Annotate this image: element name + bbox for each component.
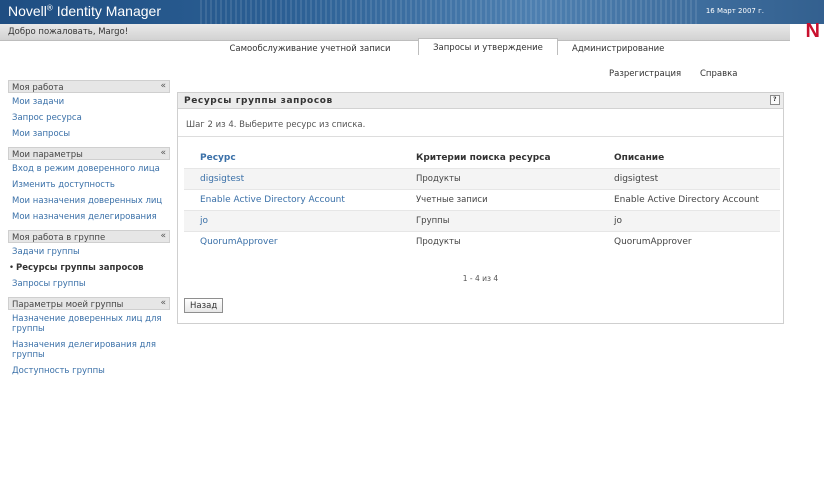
resource-description: jo [598, 209, 780, 231]
resource-criteria: Учетные записи [400, 188, 598, 210]
back-button[interactable]: Назад [184, 298, 224, 313]
welcome-text: Добро пожаловать, Margo! [8, 27, 129, 37]
tab-requests-approvals[interactable]: Запросы и утверждение [418, 38, 558, 55]
sidebar-item-team-delegate-assignments[interactable]: Назначения делегирования для группы [8, 336, 170, 362]
table-header-row: Ресурс Критерии поиска ресурса Описание [184, 148, 780, 168]
sidebar-item-my-requests[interactable]: Мои запросы [8, 125, 170, 141]
sidebar: Моя работа « Мои задачи Запрос ресурса М… [8, 80, 170, 384]
sidebar-group-header[interactable]: Моя работа в группе « [8, 230, 170, 243]
sidebar-group-my-settings: Мои параметры « Вход в режим доверенного… [8, 147, 170, 224]
tab-bar: Добро пожаловать, Margo! Самообслуживани… [0, 24, 790, 58]
column-header-description: Описание [614, 152, 665, 163]
resource-link[interactable]: digsigtest [184, 167, 400, 189]
sidebar-item-team-tasks[interactable]: Задачи группы [8, 243, 170, 259]
app-title: Novell® Identity Manager [8, 3, 161, 19]
resource-link[interactable]: Enable Active Directory Account [184, 188, 400, 210]
resource-criteria: Продукты [400, 167, 598, 189]
header-date: 16 Март 2007 г. [705, 7, 764, 15]
sidebar-group-team-settings: Параметры моей группы « Назначение довер… [8, 297, 170, 378]
sidebar-group-title: Параметры моей группы [12, 300, 124, 310]
app-title-suffix: Identity Manager [52, 3, 161, 19]
column-header-resource[interactable]: Ресурс [184, 148, 400, 168]
sidebar-item-my-delegate-assignments[interactable]: Мои назначения делегирования [8, 208, 170, 224]
novell-logo: N [805, 20, 820, 42]
step-instructions: Шаг 2 из 4. Выберите ресурс из списка. [186, 120, 366, 130]
sidebar-item-team-availability[interactable]: Доступность группы [8, 362, 170, 378]
resource-table: Ресурс Критерии поиска ресурса Описание … [184, 148, 780, 252]
column-header-criteria: Критерии поиска ресурса [416, 152, 551, 163]
resource-description: digsigtest [598, 167, 780, 189]
sidebar-item-my-proxy-assignments[interactable]: Мои назначения доверенных лиц [8, 192, 170, 208]
help-icon[interactable]: ? [770, 95, 780, 105]
resource-criteria: Группы [400, 209, 598, 231]
logout-link[interactable]: Разрегистрация [609, 69, 681, 79]
table-row[interactable]: Enable Active Directory Account Учетные … [184, 188, 780, 210]
sidebar-item-my-tasks[interactable]: Мои задачи [8, 93, 170, 109]
sidebar-group-header[interactable]: Моя работа « [8, 80, 170, 93]
banner-pattern [200, 0, 700, 24]
sidebar-group-title: Моя работа [12, 83, 64, 93]
sidebar-item-request-resource[interactable]: Запрос ресурса [8, 109, 170, 125]
page-title: Ресурсы группы запросов [184, 96, 333, 106]
sidebar-item-team-request-resources[interactable]: Ресурсы группы запросов [8, 259, 170, 275]
resource-criteria: Продукты [400, 230, 598, 252]
resource-link[interactable]: jo [184, 209, 400, 231]
tab-self-service[interactable]: Самообслуживание учетной записи [210, 40, 410, 57]
resource-link[interactable]: QuorumApprover [184, 230, 400, 252]
sidebar-item-edit-availability[interactable]: Изменить доступность [8, 176, 170, 192]
table-row[interactable]: digsigtest Продукты digsigtest [184, 167, 780, 189]
sidebar-group-title: Мои параметры [12, 150, 83, 160]
sidebar-group-my-work: Моя работа « Мои задачи Запрос ресурса М… [8, 80, 170, 141]
collapse-icon[interactable]: « [160, 298, 166, 308]
resources-panel: Ресурсы группы запросов ? Шаг 2 из 4. Вы… [177, 92, 784, 324]
pagination-info: 1 - 4 из 4 [462, 274, 499, 283]
sidebar-group-title: Моя работа в группе [12, 233, 106, 243]
tab-administration[interactable]: Администрирование [572, 40, 712, 57]
sidebar-group-header[interactable]: Параметры моей группы « [8, 297, 170, 310]
sidebar-item-team-requests[interactable]: Запросы группы [8, 275, 170, 291]
sidebar-item-proxy-mode[interactable]: Вход в режим доверенного лица [8, 160, 170, 176]
collapse-icon[interactable]: « [160, 231, 166, 241]
app-title-prefix: Novell [8, 3, 47, 19]
resource-description: Enable Active Directory Account [598, 188, 780, 210]
sidebar-group-team-work: Моя работа в группе « Задачи группы Ресу… [8, 230, 170, 291]
collapse-icon[interactable]: « [160, 148, 166, 158]
divider [178, 136, 783, 137]
help-link[interactable]: Справка [700, 69, 737, 79]
collapse-icon[interactable]: « [160, 81, 166, 91]
table-row[interactable]: QuorumApprover Продукты QuorumApprover [184, 230, 780, 252]
panel-header: Ресурсы группы запросов ? [178, 93, 783, 109]
resource-description: QuorumApprover [598, 230, 780, 252]
table-row[interactable]: jo Группы jo [184, 209, 780, 231]
sidebar-group-header[interactable]: Мои параметры « [8, 147, 170, 160]
sidebar-item-team-proxy-assignments[interactable]: Назначение доверенных лиц для группы [8, 310, 170, 336]
header-banner: Novell® Identity Manager 16 Март 2007 г. [0, 0, 824, 24]
